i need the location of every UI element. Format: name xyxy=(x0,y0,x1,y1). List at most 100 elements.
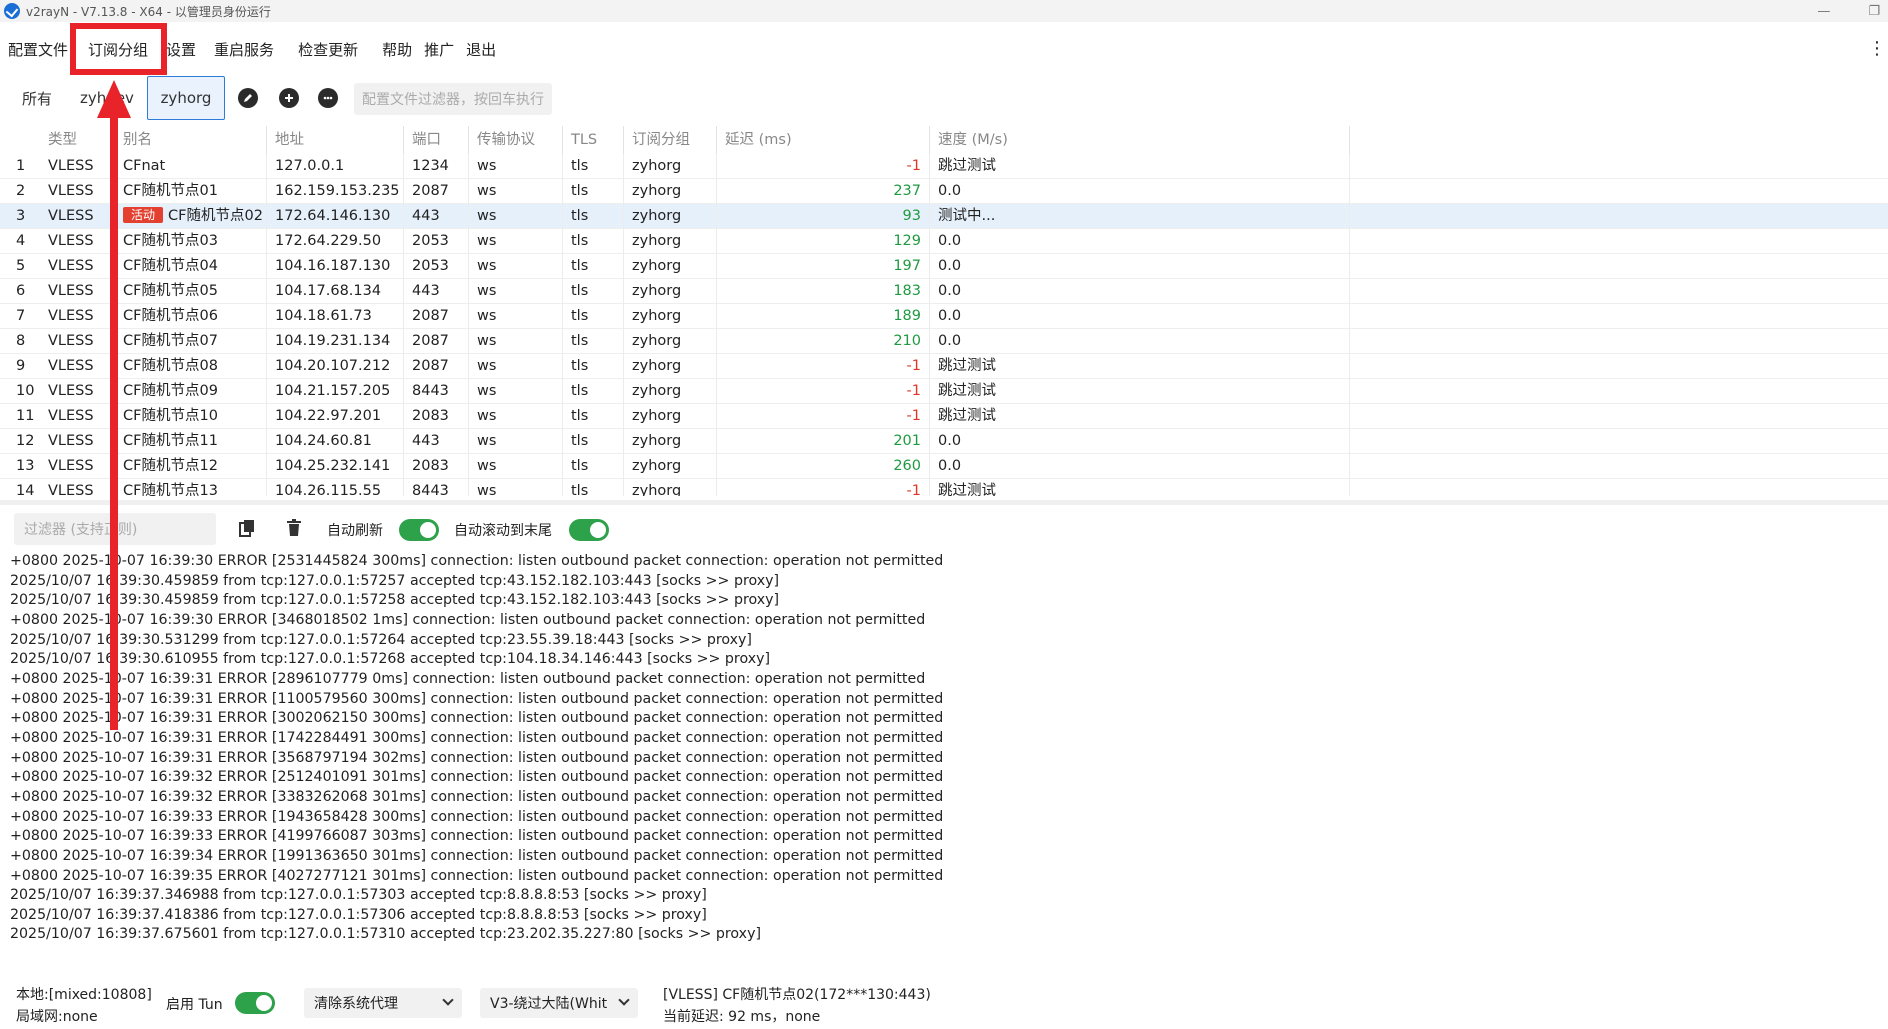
col-group[interactable]: 订阅分组 xyxy=(624,126,717,154)
table-row[interactable]: 13 VLESS CF随机节点12 104.25.232.141 2083 ws tls zy… xyxy=(0,454,1888,479)
cell-latency: 129 xyxy=(717,229,930,254)
cell-alias: CF随机节点03 xyxy=(115,229,267,254)
cell-port: 2087 xyxy=(404,329,469,354)
more-icon[interactable] xyxy=(318,88,338,108)
cell-alias-text: CFnat xyxy=(123,158,166,174)
log-line: +0800 2025-10-07 16:39:30 ERROR [3468018… xyxy=(10,611,926,628)
cell-index: 4 xyxy=(16,233,26,249)
cell-port-text: 443 xyxy=(412,283,440,299)
auto-refresh-toggle[interactable] xyxy=(399,519,439,541)
tun-toggle[interactable] xyxy=(235,992,275,1014)
menu-exit[interactable]: 退出 xyxy=(462,39,504,60)
table-row[interactable]: 7 VLESS CF随机节点06 104.18.61.73 2087 ws tls zyhor… xyxy=(0,304,1888,329)
tab-zyhdev[interactable]: zyhdev xyxy=(72,76,142,120)
cell-latency-text: -1 xyxy=(906,483,921,496)
col-speed[interactable]: 速度 (M/s) xyxy=(930,126,1350,154)
table-row[interactable]: 8 VLESS CF随机节点07 104.19.231.134 2087 ws tls zyh… xyxy=(0,329,1888,354)
cell-address-text: 127.0.0.1 xyxy=(275,158,345,174)
log-line: +0800 2025-10-07 16:39:31 ERROR [3568797… xyxy=(10,749,944,766)
cell-address: 104.22.97.201 xyxy=(267,404,404,429)
cell-transport: ws xyxy=(469,354,563,379)
cell-type: VLESS xyxy=(40,304,115,329)
cell-transport: ws xyxy=(469,179,563,204)
cell-transport-text: ws xyxy=(477,158,497,174)
cell-port-text: 8443 xyxy=(412,483,449,496)
col-transport[interactable]: 传输协议 xyxy=(469,126,563,154)
menu-restart-service[interactable]: 重启服务 xyxy=(204,39,282,60)
cell-index: 8 xyxy=(16,333,26,349)
minimize-icon[interactable]: — xyxy=(1817,4,1830,19)
delete-icon[interactable] xyxy=(286,519,302,537)
menu-check-update[interactable]: 检查更新 xyxy=(282,39,366,60)
col-alias[interactable]: 别名 xyxy=(115,126,267,154)
table-row[interactable]: 4 VLESS CF随机节点03 172.64.229.50 2053 ws tls zyho… xyxy=(0,229,1888,254)
log-line: 2025/10/07 16:39:30.610955 from tcp:127.… xyxy=(10,651,771,668)
edit-icon[interactable] xyxy=(238,88,258,108)
cell-type-text: VLESS xyxy=(48,458,94,474)
cell-index: 1 xyxy=(16,158,26,174)
cell-tls-text: tls xyxy=(571,483,589,496)
cell-address: 104.21.157.205 xyxy=(267,379,404,404)
table-row[interactable]: 14 VLESS CF随机节点13 104.26.115.55 8443 ws tls zyh… xyxy=(0,479,1888,496)
cell-address: 104.18.61.73 xyxy=(267,304,404,329)
cell-speed: 0.0 xyxy=(930,454,1350,479)
app-logo-icon xyxy=(4,3,20,19)
cell-port: 8443 xyxy=(404,479,469,496)
routing-select[interactable]: V3-绕过大陆(Whit xyxy=(480,988,638,1018)
copy-icon[interactable] xyxy=(239,519,255,537)
col-latency[interactable]: 延迟 (ms) xyxy=(717,126,930,154)
cell-tls: tls xyxy=(563,354,624,379)
cell-tls-text: tls xyxy=(571,333,589,349)
auto-scroll-toggle[interactable] xyxy=(569,519,609,541)
system-proxy-select[interactable]: 清除系统代理 xyxy=(304,988,462,1018)
more-menu-icon[interactable]: ⋮ xyxy=(1868,38,1886,59)
table-row[interactable]: 1 VLESS CFnat 127.0.0.1 1234 ws tls zyhorg -1 跳过测… xyxy=(0,154,1888,179)
panel-splitter[interactable] xyxy=(0,500,1888,505)
alias-text: CF随机节点02 xyxy=(168,208,263,224)
cell-alias-text: CF随机节点05 xyxy=(123,283,218,299)
col-tls[interactable]: TLS xyxy=(563,126,624,154)
cell-tls-text: tls xyxy=(571,458,589,474)
cell-address-text: 172.64.229.50 xyxy=(275,233,382,249)
server-table: 类型 别名 地址 端口 传输协议 TLS 订阅分组 延迟 (ms) 速度 (M/… xyxy=(0,126,1888,496)
menu-help[interactable]: 帮助 xyxy=(366,39,420,60)
chevron-down-icon xyxy=(442,994,454,1006)
col-address[interactable]: 地址 xyxy=(267,126,404,154)
col-type[interactable]: 类型 xyxy=(40,126,115,154)
cell-alias: CF随机节点09 xyxy=(115,379,267,404)
log-line: +0800 2025-10-07 16:39:30 ERROR [2531445… xyxy=(10,553,944,569)
table-row[interactable]: 5 VLESS CF随机节点04 104.16.187.130 2053 ws tls zyh… xyxy=(0,254,1888,279)
log-line: +0800 2025-10-07 16:39:32 ERROR [3383262… xyxy=(10,788,944,805)
menu-promotion[interactable]: 推广 xyxy=(420,39,462,60)
log-filter-input[interactable]: 过滤器 (支持正则) xyxy=(14,513,216,545)
table-row[interactable]: 11 VLESS CF随机节点10 104.22.97.201 2083 ws tls zyh… xyxy=(0,404,1888,429)
chevron-down-icon xyxy=(618,994,630,1006)
table-row[interactable]: 12 VLESS CF随机节点11 104.24.60.81 443 ws tls zyhor… xyxy=(0,429,1888,454)
table-row[interactable]: 2 VLESS CF随机节点01 162.159.153.235 2087 ws tls zy… xyxy=(0,179,1888,204)
cell-transport-text: ws xyxy=(477,333,497,349)
cell-latency: 210 xyxy=(717,329,930,354)
system-proxy-value: 清除系统代理 xyxy=(314,996,398,1012)
log-line: 2025/10/07 16:39:30.459859 from tcp:127.… xyxy=(10,592,780,609)
tab-all[interactable]: 所有 xyxy=(14,76,60,120)
table-row[interactable]: 3 VLESS 活动 CF随机节点02 172.64.146.130 443 ws tls zy… xyxy=(0,204,1888,229)
table-row[interactable]: 6 VLESS CF随机节点05 104.17.68.134 443 ws tls zyhor… xyxy=(0,279,1888,304)
menu-profiles[interactable]: 配置文件 xyxy=(0,39,76,60)
col-port[interactable]: 端口 xyxy=(404,126,469,154)
cell-tls: tls xyxy=(563,479,624,496)
add-icon[interactable] xyxy=(279,88,299,108)
cell-index: 7 xyxy=(16,308,26,324)
cell-group-text: zyhorg xyxy=(632,233,682,249)
table-row[interactable]: 10 VLESS CF随机节点09 104.21.157.205 8443 ws tls zy… xyxy=(0,379,1888,404)
cell-tls: tls xyxy=(563,379,624,404)
profile-filter-input[interactable]: 配置文件过滤器，按回车执行 xyxy=(354,83,552,115)
cell-group: zyhorg xyxy=(624,254,717,279)
cell-speed: 0.0 xyxy=(930,229,1350,254)
table-row[interactable]: 9 VLESS CF随机节点08 104.20.107.212 2087 ws tls zyh… xyxy=(0,354,1888,379)
log-output: +0800 2025-10-07 16:39:30 ERROR [2531445… xyxy=(10,552,1010,945)
cell-port-text: 2087 xyxy=(412,183,449,199)
tab-zyhorg[interactable]: zyhorg xyxy=(147,76,225,120)
cell-transport: ws xyxy=(469,204,563,229)
cell-index: 9 xyxy=(16,358,26,374)
maximize-icon[interactable]: ❐ xyxy=(1868,4,1880,19)
